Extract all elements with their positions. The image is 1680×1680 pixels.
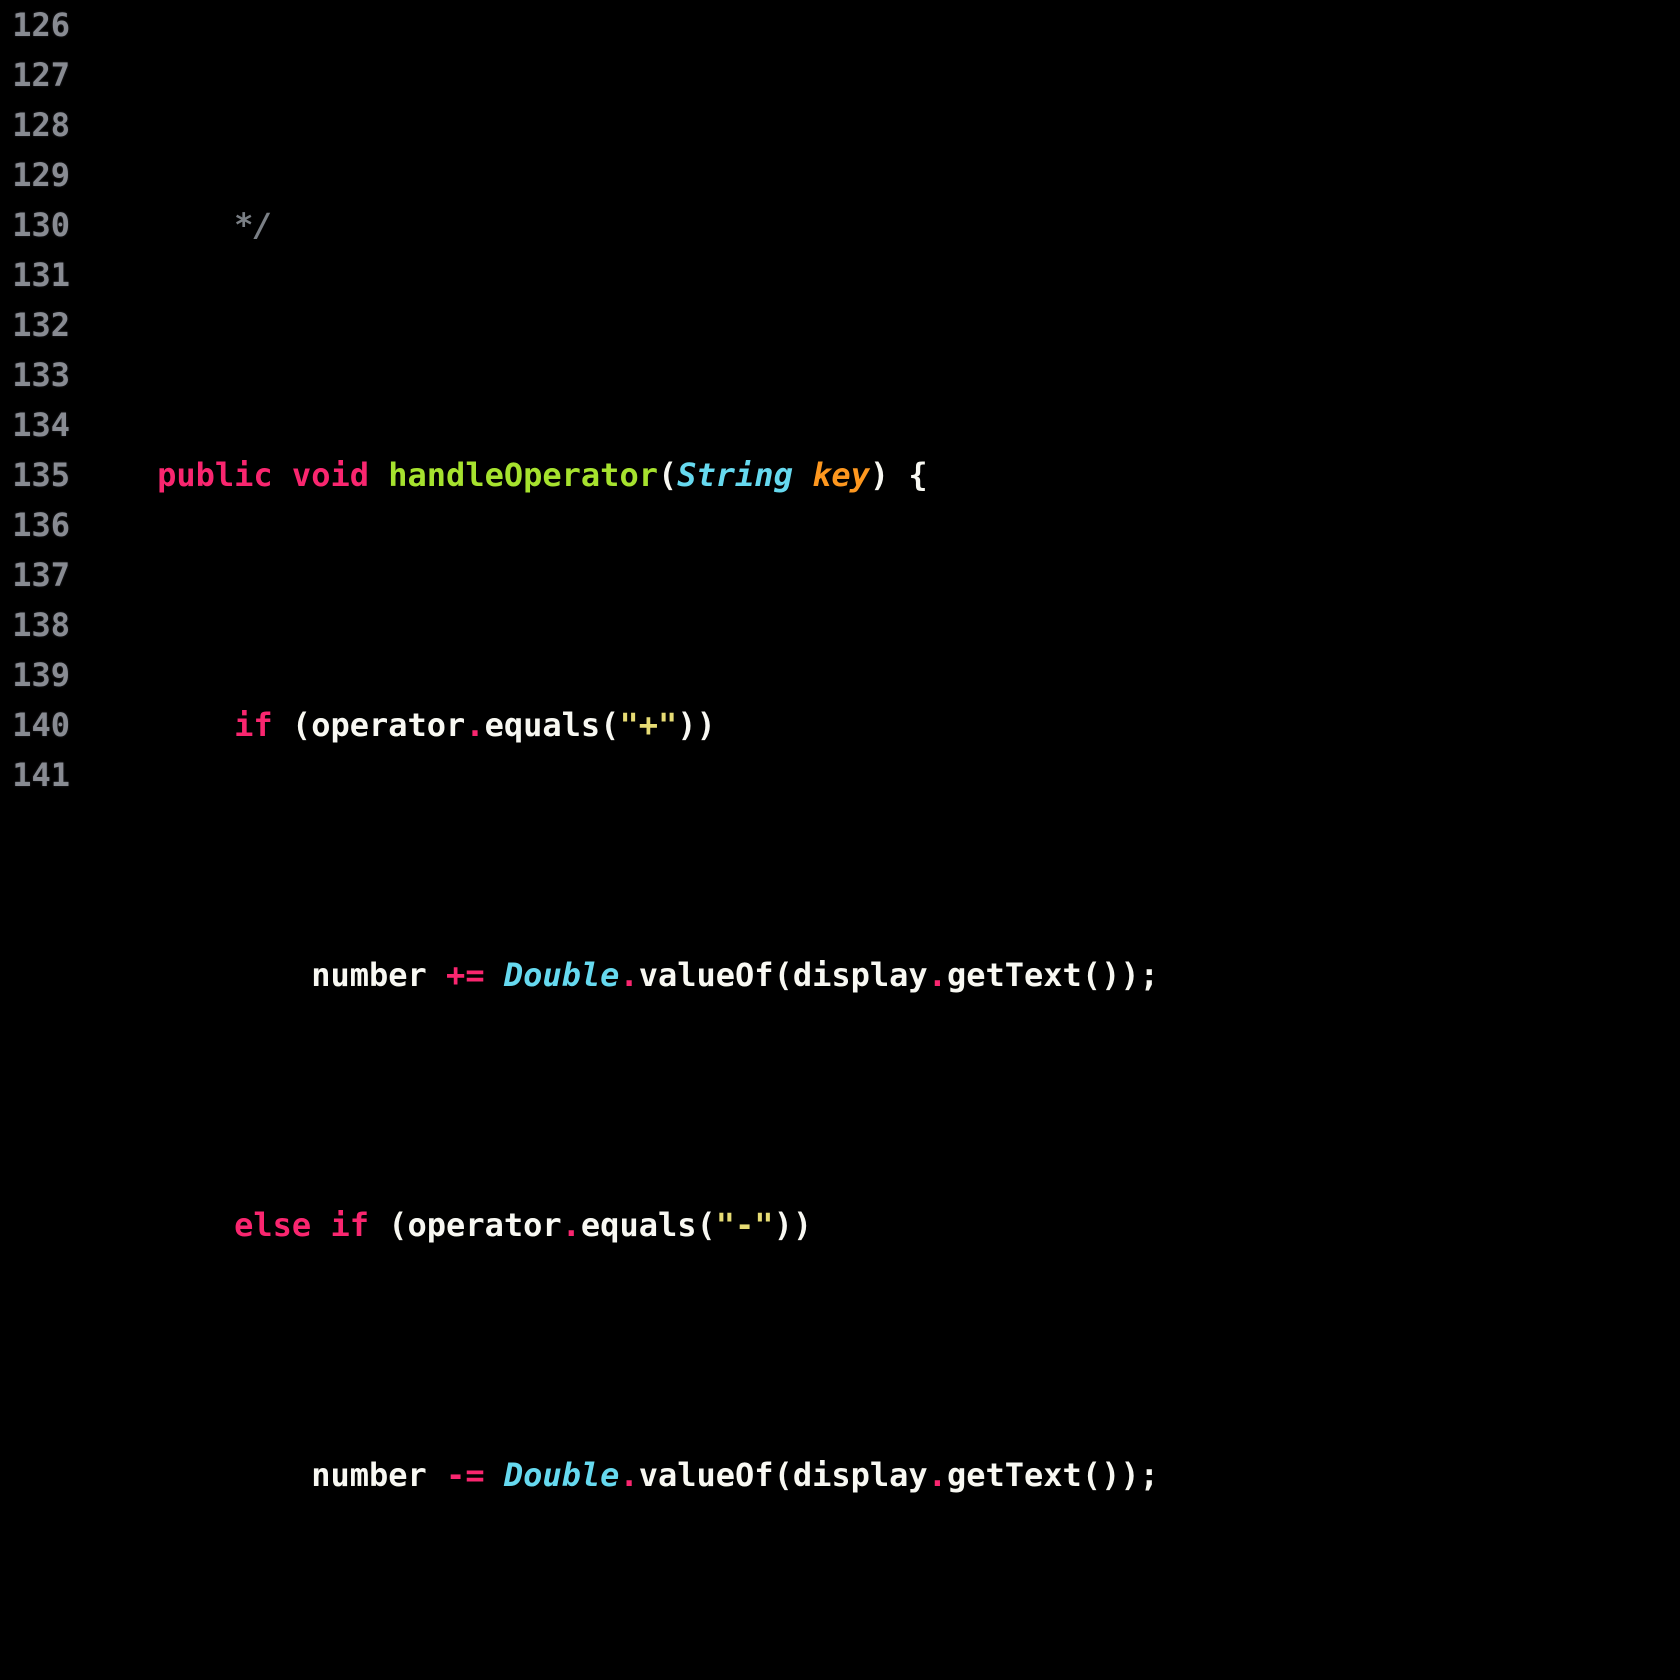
line-number: 132 bbox=[0, 300, 70, 350]
op-pluseq: += bbox=[446, 956, 485, 994]
paren-open: ( bbox=[774, 1456, 793, 1494]
method-name: handleOperator bbox=[388, 456, 658, 494]
code-line[interactable]: public void handleOperator(String key) { bbox=[80, 450, 1680, 500]
line-number: 126 bbox=[0, 0, 70, 50]
string-minus: "-" bbox=[716, 1206, 774, 1244]
call-gettext: getText bbox=[947, 956, 1082, 994]
dot: . bbox=[928, 956, 947, 994]
keyword-if: if bbox=[330, 1206, 369, 1244]
line-number: 130 bbox=[0, 200, 70, 250]
line-number: 133 bbox=[0, 350, 70, 400]
keyword-if: if bbox=[234, 706, 273, 744]
code-line[interactable]: if (operator.equals("+")) bbox=[80, 700, 1680, 750]
paren-open: ( bbox=[600, 706, 619, 744]
line-number: 127 bbox=[0, 50, 70, 100]
line-number: 137 bbox=[0, 550, 70, 600]
line-number: 139 bbox=[0, 650, 70, 700]
paren-open: ( bbox=[292, 706, 311, 744]
paren-open: ( bbox=[388, 1206, 407, 1244]
line-number: 138 bbox=[0, 600, 70, 650]
line-number: 134 bbox=[0, 400, 70, 450]
code-line[interactable]: */ bbox=[80, 200, 1680, 250]
line-number: 128 bbox=[0, 100, 70, 150]
id-display: display bbox=[793, 956, 928, 994]
dot: . bbox=[928, 1456, 947, 1494]
call-valueof: valueOf bbox=[639, 1456, 774, 1494]
call-equals: equals bbox=[581, 1206, 697, 1244]
comment-token: */ bbox=[234, 206, 273, 244]
line-number: 140 bbox=[0, 700, 70, 750]
paren-open: ( bbox=[658, 456, 677, 494]
paren-close: ) bbox=[677, 706, 696, 744]
dot: . bbox=[619, 1456, 638, 1494]
line-number: 129 bbox=[0, 150, 70, 200]
type-double: Double bbox=[504, 956, 620, 994]
code-line[interactable]: number += Double.valueOf(display.getText… bbox=[80, 950, 1680, 1000]
id-operator: operator bbox=[408, 1206, 562, 1244]
string-plus: "+" bbox=[619, 706, 677, 744]
trailing-parens: ()); bbox=[1082, 956, 1159, 994]
paren-close: ) bbox=[870, 456, 889, 494]
paren-close: ) bbox=[774, 1206, 793, 1244]
call-gettext: getText bbox=[947, 1456, 1082, 1494]
paren-close: ) bbox=[793, 1206, 812, 1244]
keyword-else: else bbox=[234, 1206, 311, 1244]
line-number-gutter: 126 127 128 129 130 131 132 133 134 135 … bbox=[0, 0, 80, 840]
call-valueof: valueOf bbox=[639, 956, 774, 994]
line-number: 136 bbox=[0, 500, 70, 550]
brace-open: { bbox=[908, 456, 927, 494]
paren-open: ( bbox=[697, 1206, 716, 1244]
id-number: number bbox=[311, 956, 427, 994]
trailing-parens: ()); bbox=[1082, 1456, 1159, 1494]
id-operator: operator bbox=[311, 706, 465, 744]
dot: . bbox=[465, 706, 484, 744]
dot: . bbox=[619, 956, 638, 994]
keyword-public: public bbox=[157, 456, 273, 494]
id-number: number bbox=[311, 1456, 427, 1494]
line-number: 131 bbox=[0, 250, 70, 300]
line-number: 141 bbox=[0, 750, 70, 800]
id-display: display bbox=[793, 1456, 928, 1494]
paren-open: ( bbox=[774, 956, 793, 994]
code-line[interactable]: else if (operator.equals("-")) bbox=[80, 1200, 1680, 1250]
op-minuseq: -= bbox=[446, 1456, 485, 1494]
dot: . bbox=[562, 1206, 581, 1244]
paren-close: ) bbox=[697, 706, 716, 744]
param-key: key bbox=[812, 456, 870, 494]
code-editor-area[interactable]: */ public void handleOperator(String key… bbox=[80, 0, 1680, 840]
type-string: String bbox=[677, 456, 793, 494]
line-number: 135 bbox=[0, 450, 70, 500]
type-double: Double bbox=[504, 1456, 620, 1494]
keyword-void: void bbox=[292, 456, 369, 494]
code-line[interactable]: number -= Double.valueOf(display.getText… bbox=[80, 1450, 1680, 1500]
call-equals: equals bbox=[485, 706, 601, 744]
